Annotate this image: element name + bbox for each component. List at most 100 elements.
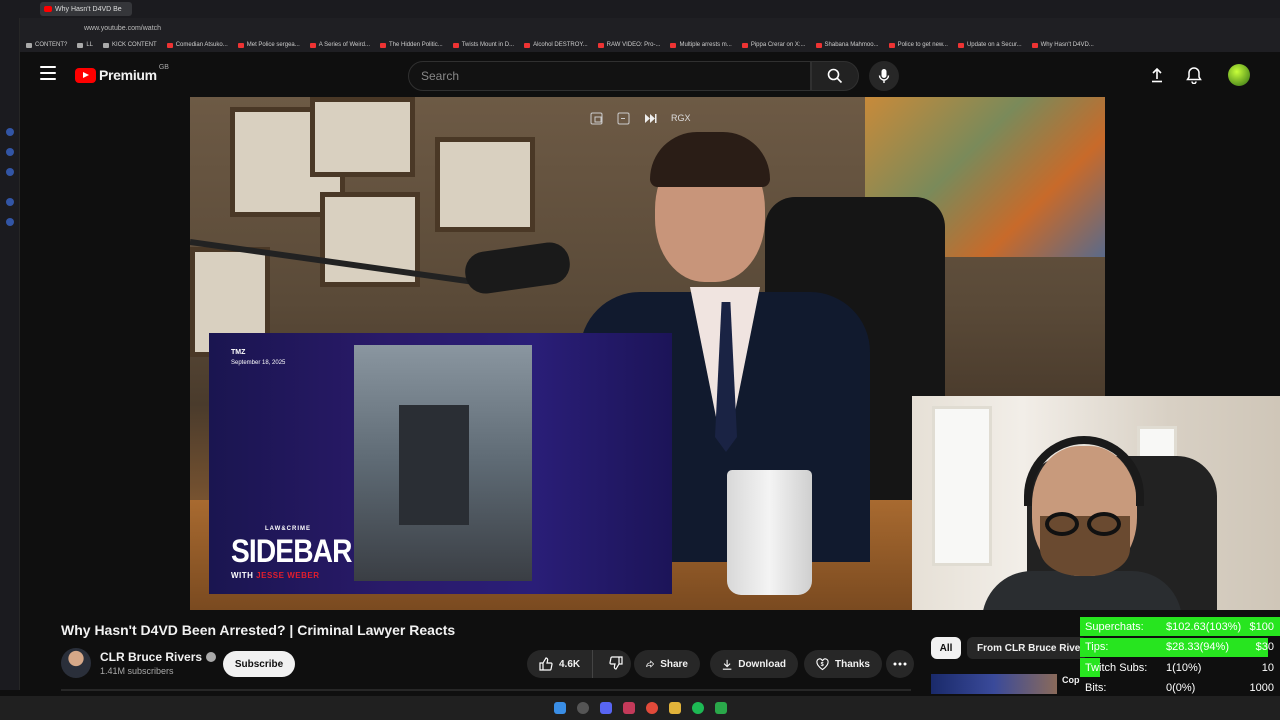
search-button[interactable] <box>811 61 859 91</box>
spotify-icon[interactable] <box>691 702 704 714</box>
discord-icon[interactable] <box>6 148 14 156</box>
more-actions-button[interactable] <box>886 650 914 678</box>
bookmark-item[interactable]: Pippa Crerar on X:... <box>741 42 806 48</box>
channel-name-text[interactable]: CLR Bruce Rivers <box>100 650 202 664</box>
thanks-label: Thanks <box>834 658 870 670</box>
news-inset-graphic: TMZ September 18, 2025 LAW&CRIME SIDEBAR… <box>209 333 672 594</box>
url-text[interactable]: www.youtube.com/watch <box>84 25 161 32</box>
bookmark-item[interactable]: Twists Mount in D... <box>452 42 514 48</box>
streamer-webcam <box>912 396 1280 610</box>
footage-date: September 18, 2025 <box>231 360 286 366</box>
country-code: GB <box>158 63 169 71</box>
bookmark-item[interactable]: Comedian Atsuko... <box>166 42 228 48</box>
thumbs-up-icon <box>539 657 553 671</box>
share-icon <box>646 660 655 668</box>
notifications-button[interactable] <box>1186 66 1202 89</box>
chip-all[interactable]: All <box>931 637 961 659</box>
chip-from-channel[interactable]: From CLR Bruce Rivers <box>967 637 1087 659</box>
wall-frame <box>310 97 415 177</box>
thanks-button[interactable]: $ Thanks <box>804 650 882 678</box>
discord-icon[interactable] <box>599 702 612 714</box>
bookmark-item[interactable]: CONTENT? <box>26 42 67 48</box>
goal-label: Tips: <box>1085 641 1109 653</box>
channel-name[interactable]: CLR Bruce Rivers <box>100 650 217 664</box>
bookmark-label: CONTENT? <box>35 42 68 48</box>
upload-button[interactable] <box>1150 67 1164 88</box>
bookmark-item[interactable]: LL <box>77 42 93 48</box>
goal-value: 1(10%) <box>1166 661 1202 674</box>
like-button[interactable]: 4.6K <box>527 650 593 678</box>
bookmark-item[interactable]: KICK CONTENT <box>103 42 157 48</box>
goal-target: $30 <box>1255 641 1274 653</box>
channel-avatar[interactable] <box>61 648 91 678</box>
search-icon <box>827 68 843 84</box>
bookmark-item[interactable]: Why Hasn't D4VD... <box>1031 42 1094 48</box>
bookmark-label: Alcohol DESTROY... <box>533 42 588 48</box>
history-icon[interactable] <box>6 198 14 206</box>
share-label: Share <box>660 658 688 670</box>
like-count: 4.6K <box>559 658 581 670</box>
subscriber-count: 1.41M subscribers <box>100 666 174 676</box>
menu-icon[interactable] <box>40 66 56 80</box>
bookmark-label: Update on a Secur... <box>966 42 1022 48</box>
youtube-play-icon <box>75 67 96 83</box>
chrome-icon[interactable] <box>645 702 658 714</box>
miniplayer-icon[interactable] <box>617 112 630 125</box>
show-brand: LAW&CRIME <box>265 526 311 532</box>
video-overlay-controls: RGX <box>590 108 691 128</box>
bookmark-item[interactable]: Update on a Secur... <box>957 42 1022 48</box>
svg-text:$: $ <box>821 662 824 668</box>
subscribe-button[interactable]: Subscribe <box>223 651 295 677</box>
search-icon[interactable] <box>576 702 589 714</box>
dislike-button[interactable] <box>599 655 623 673</box>
window <box>932 406 992 566</box>
goal-target: 10 <box>1261 661 1274 674</box>
recommended-thumbnail[interactable] <box>931 674 1057 694</box>
glasses <box>1045 512 1125 538</box>
file-explorer-icon[interactable] <box>668 702 681 714</box>
bookmark-item[interactable]: Met Police sergea... <box>237 42 300 48</box>
video-title: Why Hasn't D4VD Been Arrested? | Crimina… <box>61 622 456 638</box>
settings-icon[interactable] <box>6 218 14 226</box>
more-horizontal-icon <box>893 662 907 666</box>
bookmark-label: Comedian Atsuko... <box>175 42 228 48</box>
bookmark-item[interactable]: Multiple arrests m... <box>670 42 732 48</box>
download-icon <box>722 659 732 670</box>
skip-forward-icon[interactable] <box>644 112 657 125</box>
search-input[interactable]: Search <box>408 61 811 91</box>
download-button[interactable]: Download <box>710 650 798 678</box>
goal-value: 0(0%) <box>1166 682 1196 694</box>
wall-frame <box>435 137 535 232</box>
streamer-body <box>982 571 1182 610</box>
bookmark-item[interactable]: Shabana Mahmoo... <box>815 42 879 48</box>
voice-search-button[interactable] <box>869 61 899 91</box>
youtube-premium-logo[interactable]: Premium GB <box>75 63 169 83</box>
browser-icon[interactable] <box>622 702 635 714</box>
chat-icon[interactable] <box>6 168 14 176</box>
goal-value: $28.33(94%) <box>1166 641 1229 653</box>
picture-in-picture-icon[interactable] <box>590 112 603 125</box>
account-avatar[interactable] <box>1228 64 1250 86</box>
footage-source: TMZ <box>231 349 246 356</box>
verified-icon <box>206 652 217 662</box>
bookmark-item[interactable]: A Series of Weird... <box>309 42 370 48</box>
browser-tab[interactable]: Why Hasn't D4VD Be <box>40 2 132 16</box>
bookmark-item[interactable]: Police to get new... <box>888 42 948 48</box>
bookmark-label: Met Police sergea... <box>246 42 300 48</box>
share-button[interactable]: Share <box>634 650 700 678</box>
bookmark-item[interactable]: The Hidden Politic... <box>380 42 443 48</box>
messenger-icon[interactable] <box>6 128 14 136</box>
xbox-icon[interactable] <box>714 702 727 714</box>
youtube-header: Premium GB Search <box>20 52 1280 97</box>
bookmark-item[interactable]: Alcohol DESTROY... <box>524 42 588 48</box>
bookmark-label: KICK CONTENT <box>112 42 157 48</box>
bookmark-favicon-icon <box>26 42 32 48</box>
stream-goal-row: Twitch Subs: 1(10%) 10 <box>1080 658 1280 677</box>
goal-value: $102.63(103%) <box>1166 620 1242 633</box>
windows-start-icon[interactable] <box>553 702 566 714</box>
address-bar[interactable]: www.youtube.com/watch <box>0 18 1280 38</box>
recommended-title[interactable]: Cop <box>1062 675 1080 685</box>
overlay-label[interactable]: RGX <box>671 113 691 123</box>
bookmark-favicon-icon <box>309 42 316 48</box>
bookmark-item[interactable]: RAW VIDEO: Pro-... <box>597 42 660 48</box>
